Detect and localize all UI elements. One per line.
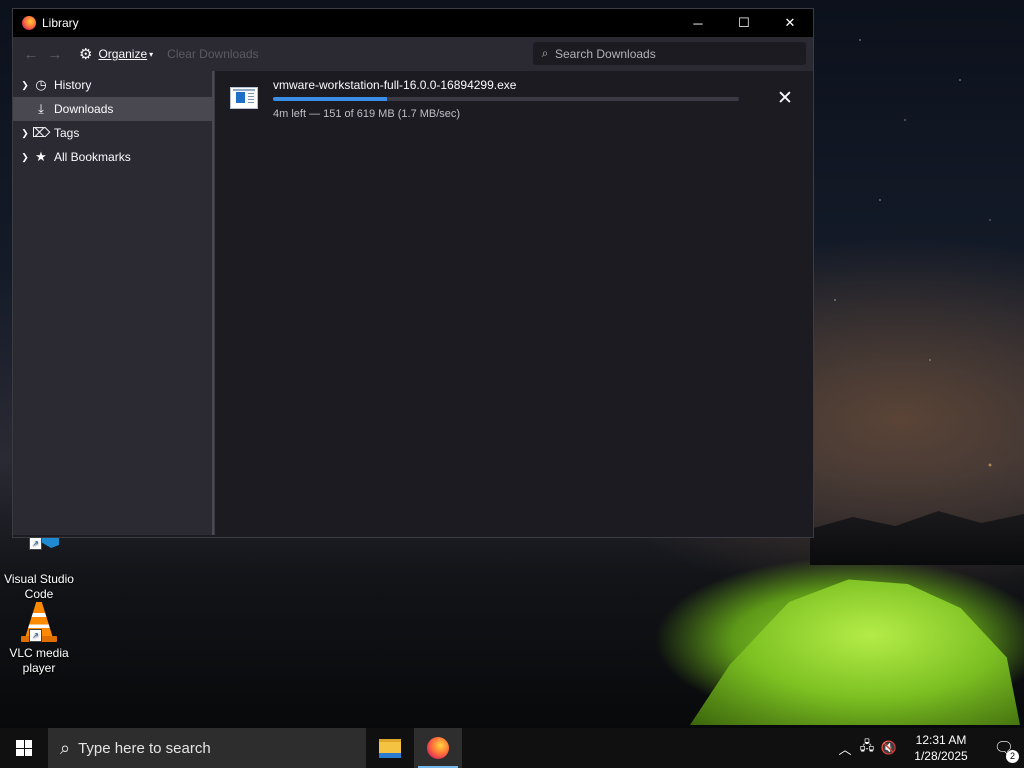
organize-menu-button[interactable]: ⚙ Organize ▾ [79,45,153,63]
desktop-icon-vlc[interactable]: ↗ VLC media player [1,602,77,676]
sidebar-item-label: History [54,78,92,92]
downloads-list: vmware-workstation-full-16.0.0-16894299.… [214,71,813,535]
sidebar-item-label: Tags [54,126,80,140]
clock-icon: ◷ [35,77,47,92]
clear-downloads-button[interactable]: Clear Downloads [167,47,258,61]
chevron-right-icon[interactable]: ❯ [18,128,32,139]
chevron-right-icon[interactable]: ❯ [18,152,32,163]
notification-center-button[interactable]: 🗨 2 [984,738,1024,763]
system-tray: ︿ 🖧 🔇 12:31 AM 1/28/2025 🗨 2 [834,728,1024,768]
download-icon: ⤓ [38,101,44,116]
sidebar-item-downloads[interactable]: ⤓ Downloads [13,97,212,121]
time: 12:31 AM [915,733,967,747]
wallpaper-tent [690,579,1020,725]
library-sidebar: ❯ ◷ History ⤓ Downloads ❯ ⌦ Tags ❯ ★ All… [13,71,214,535]
vlc-cone-icon: ↗ [19,602,59,642]
chevron-up-icon[interactable]: ︿ [834,739,856,758]
sidebar-item-history[interactable]: ❯ ◷ History [13,73,212,97]
window-title: Library [42,16,79,30]
volume-muted-icon[interactable]: 🔇 [878,740,900,756]
notification-count: 2 [1006,750,1019,763]
clock[interactable]: 12:31 AM 1/28/2025 [906,732,976,764]
desktop-icon-vscode[interactable]: ↗ Visual Studio Code [1,528,77,602]
download-filename: vmware-workstation-full-16.0.0-16894299.… [273,78,517,92]
taskbar-search-placeholder: Type here to search [78,739,211,757]
network-icon[interactable]: 🖧 [856,737,878,759]
sidebar-item-all-bookmarks[interactable]: ❯ ★ All Bookmarks [13,145,212,169]
minimize-button[interactable]: ─ [675,9,721,37]
search-icon: ⌕ [541,46,549,60]
taskbar-firefox[interactable] [414,728,462,768]
sidebar-item-label: All Bookmarks [54,150,131,164]
cancel-download-button[interactable]: ✕ [775,89,795,109]
chevron-right-icon[interactable]: ❯ [18,80,32,91]
windows-logo-icon [16,740,32,756]
close-button[interactable]: ✕ [767,9,813,37]
maximize-button[interactable]: ☐ [721,9,767,37]
taskbar-search-box[interactable]: ⌕ Type here to search [48,728,366,768]
sidebar-item-label: Downloads [54,102,114,116]
exe-file-icon [230,87,258,109]
taskbar: ⌕ Type here to search ︿ 🖧 🔇 12:31 AM 1/2… [0,728,1024,768]
wallpaper-mountains [810,511,1024,565]
download-progress-fill [273,97,387,101]
sidebar-item-tags[interactable]: ❯ ⌦ Tags [13,121,212,145]
taskbar-file-explorer[interactable] [366,728,414,768]
search-downloads-input[interactable]: ⌕ Search Downloads [533,42,806,65]
desktop-icon-label: VLC media player [9,646,69,675]
star-icon: ★ [35,149,47,164]
download-progress-bar [273,97,739,101]
firefox-icon [427,737,449,759]
date: 1/28/2025 [914,749,968,763]
download-item[interactable]: vmware-workstation-full-16.0.0-16894299.… [215,71,813,129]
folder-icon [379,738,401,758]
search-placeholder: Search Downloads [555,46,656,61]
title-bar[interactable]: Library ─ ☐ ✕ [13,9,813,37]
desktop-icon-label: Visual Studio Code [4,572,74,601]
shortcut-arrow-icon: ↗ [29,537,42,550]
start-button[interactable] [0,728,48,768]
download-status: 4m left — 151 of 619 MB (1.7 MB/sec) [273,108,461,120]
gear-icon: ⚙ [79,46,93,63]
chevron-down-icon: ▾ [149,49,154,59]
shortcut-arrow-icon: ↗ [29,629,42,642]
forward-arrow-icon[interactable]: → [43,46,67,63]
tag-icon: ⌦ [32,125,51,140]
back-arrow-icon[interactable]: ← [19,46,43,63]
library-window: Library ─ ☐ ✕ ← → ⚙ Organize ▾ Clear Dow… [12,8,814,538]
firefox-icon [22,16,36,30]
organize-label: Organize [98,47,148,61]
search-icon: ⌕ [60,737,71,758]
library-toolbar: ← → ⚙ Organize ▾ Clear Downloads ⌕ Searc… [13,37,813,71]
